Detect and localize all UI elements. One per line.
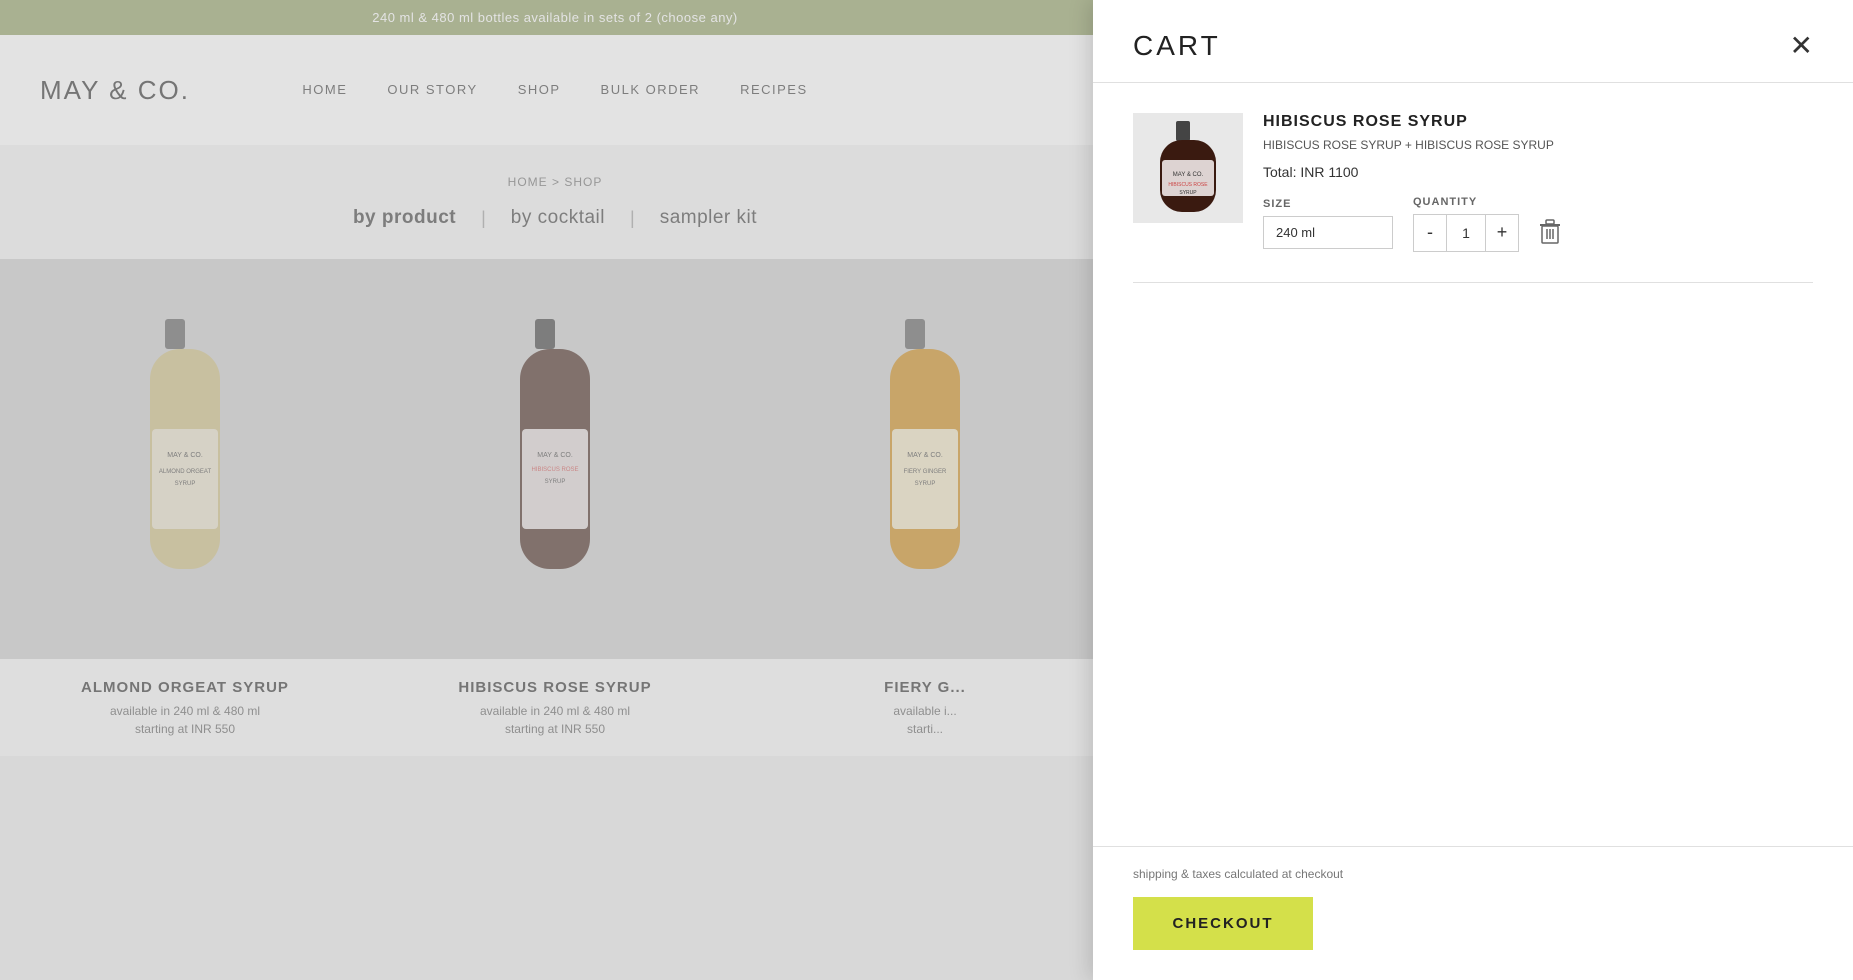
cart-title: CART [1133, 30, 1221, 62]
svg-text:MAY & CO.: MAY & CO. [1173, 172, 1204, 178]
filter-by-product[interactable]: by product [333, 207, 476, 229]
product-avail-fiery: available i... [760, 704, 1090, 718]
product-info-almond: ALMOND ORGEAT SYRUP available in 240 ml … [0, 659, 370, 756]
breadcrumb: HOME > SHOP [0, 175, 1110, 189]
cart-panel: CART ✕ MAY & CO. HIBISCUS ROSE SYRUP HIB… [1093, 0, 1853, 980]
cart-header: CART ✕ [1093, 0, 1853, 83]
product-price-almond: starting at INR 550 [20, 722, 350, 736]
product-price-fiery: starti... [760, 722, 1090, 736]
filter-sep-2: | [625, 208, 640, 229]
size-label: SIZE [1263, 198, 1393, 210]
product-name-hibiscus: HIBISCUS ROSE SYRUP [390, 679, 720, 696]
nav-recipes[interactable]: RECIPES [740, 82, 808, 97]
cart-item: MAY & CO. HIBISCUS ROSE SYRUP HIBISCUS R… [1133, 113, 1813, 252]
product-card-fiery[interactable]: MAY & CO. FIERY GINGER SYRUP FIERY G... … [740, 259, 1110, 756]
qty-control: - 1 + [1413, 214, 1519, 252]
svg-text:SYRUP: SYRUP [915, 481, 936, 487]
breadcrumb-area: HOME > SHOP by product | by cocktail | s… [0, 145, 1110, 259]
shipping-note: shipping & taxes calculated at checkout [1133, 867, 1813, 881]
product-card-hibiscus[interactable]: MAY & CO. HIBISCUS ROSE SYRUP HIBISCUS R… [370, 259, 740, 756]
cart-item-name: HIBISCUS ROSE SYRUP [1263, 113, 1813, 131]
announcement-bar: 240 ml & 480 ml bottles available in set… [0, 0, 1110, 35]
nav-bulk-order[interactable]: BULK ORDER [601, 82, 701, 97]
cart-divider [1133, 282, 1813, 283]
cart-close-button[interactable]: ✕ [1790, 32, 1813, 60]
filter-by-cocktail[interactable]: by cocktail [491, 207, 625, 229]
size-select[interactable]: 240 ml 480 ml [1263, 216, 1393, 249]
product-grid: MAY & CO. ALMOND ORGEAT SYRUP ALMOND ORG… [0, 259, 1110, 756]
cart-body: MAY & CO. HIBISCUS ROSE SYRUP HIBISCUS R… [1093, 83, 1853, 846]
svg-text:FIERY GINGER: FIERY GINGER [904, 469, 947, 475]
svg-text:SYRUP: SYRUP [175, 481, 196, 487]
product-name-almond: ALMOND ORGEAT SYRUP [20, 679, 350, 696]
svg-text:HIBISCUS ROSE: HIBISCUS ROSE [1168, 182, 1208, 188]
cart-item-controls: SIZE 240 ml 480 ml QUANTITY - [1263, 196, 1813, 252]
cart-item-details: HIBISCUS ROSE SYRUP HIBISCUS ROSE SYRUP … [1263, 113, 1813, 252]
checkout-button[interactable]: CHECKOUT [1133, 897, 1313, 950]
qty-plus-button[interactable]: + [1486, 215, 1518, 251]
cart-item-total: Total: INR 1100 [1263, 164, 1813, 180]
product-info-fiery: FIERY G... available i... starti... [740, 659, 1110, 756]
product-price-hibiscus: starting at INR 550 [390, 722, 720, 736]
filter-sampler-kit[interactable]: sampler kit [640, 207, 777, 229]
svg-text:HIBISCUS ROSE: HIBISCUS ROSE [531, 467, 578, 473]
site-logo[interactable]: MAY & CO. [40, 75, 190, 106]
svg-text:SYRUP: SYRUP [545, 479, 566, 485]
nav-links: HOME OUR STORY SHOP BULK ORDER RECIPES [302, 81, 807, 99]
product-avail-almond: available in 240 ml & 480 ml [20, 704, 350, 718]
announcement-text: 240 ml & 480 ml bottles available in set… [372, 10, 738, 25]
product-image-fiery: MAY & CO. FIERY GINGER SYRUP [740, 259, 1110, 659]
product-name-fiery: FIERY G... [760, 679, 1090, 696]
nav-our-story[interactable]: OUR STORY [387, 82, 477, 97]
svg-text:MAY & CO.: MAY & CO. [167, 452, 203, 459]
size-select-wrap: SIZE 240 ml 480 ml [1263, 198, 1393, 249]
filter-tabs: by product | by cocktail | sampler kit [0, 207, 1110, 229]
nav-home[interactable]: HOME [302, 82, 347, 97]
nav-shop[interactable]: SHOP [518, 82, 561, 97]
qty-minus-button[interactable]: - [1414, 215, 1446, 251]
svg-text:ALMOND ORGEAT: ALMOND ORGEAT [159, 469, 212, 475]
cart-footer: shipping & taxes calculated at checkout … [1093, 846, 1853, 980]
product-card-almond[interactable]: MAY & CO. ALMOND ORGEAT SYRUP ALMOND ORG… [0, 259, 370, 756]
product-image-hibiscus: MAY & CO. HIBISCUS ROSE SYRUP [370, 259, 740, 659]
cart-item-desc: HIBISCUS ROSE SYRUP + HIBISCUS ROSE SYRU… [1263, 137, 1813, 154]
navbar: MAY & CO. HOME OUR STORY SHOP BULK ORDER… [0, 35, 1110, 145]
product-info-hibiscus: HIBISCUS ROSE SYRUP available in 240 ml … [370, 659, 740, 756]
svg-text:MAY & CO.: MAY & CO. [537, 452, 573, 459]
filter-sep-1: | [476, 208, 491, 229]
product-avail-hibiscus: available in 240 ml & 480 ml [390, 704, 720, 718]
delete-item-button[interactable] [1539, 219, 1561, 251]
qty-label: QUANTITY [1413, 196, 1519, 208]
qty-value: 1 [1446, 215, 1486, 251]
svg-text:MAY & CO.: MAY & CO. [907, 452, 943, 459]
cart-item-image: MAY & CO. HIBISCUS ROSE SYRUP [1133, 113, 1243, 223]
svg-text:SYRUP: SYRUP [1179, 190, 1197, 196]
product-image-almond: MAY & CO. ALMOND ORGEAT SYRUP [0, 259, 370, 659]
qty-control-wrap: QUANTITY - 1 + [1413, 196, 1519, 252]
